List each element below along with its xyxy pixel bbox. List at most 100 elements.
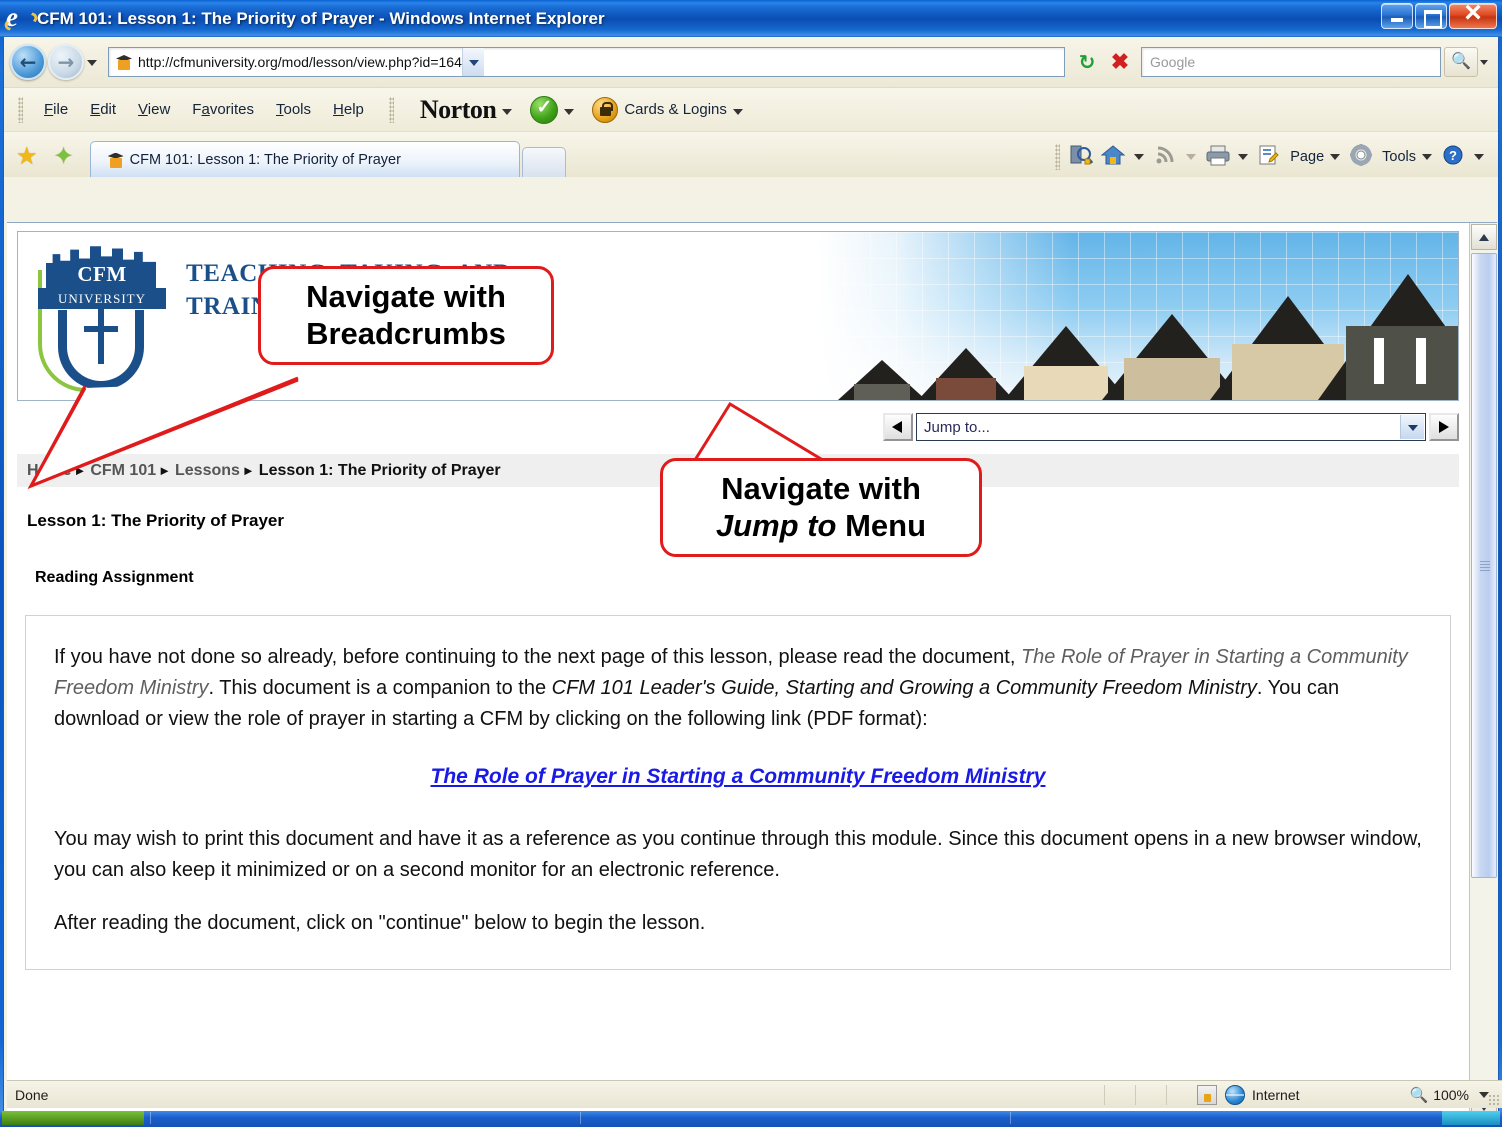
moodle-icon	[107, 151, 125, 169]
refresh-icon: ↻	[1078, 50, 1096, 74]
breadcrumbs-callout-line-2: Breadcrumbs	[306, 315, 506, 351]
menu-tools[interactable]: Tools	[265, 98, 322, 121]
address-url-text: http://cfmuniversity.org/mod/lesson/view…	[138, 54, 462, 70]
resize-grip[interactable]	[1488, 1094, 1500, 1106]
status-divider	[1166, 1084, 1168, 1105]
green-check-icon[interactable]	[530, 95, 559, 124]
tab-bar: ★ ✦ CFM 101: Lesson 1: The Priority of P…	[4, 131, 1498, 177]
lock-icon[interactable]	[592, 96, 619, 123]
menu-view[interactable]: View	[127, 98, 181, 121]
tools-menu-label[interactable]: Tools	[1382, 149, 1416, 165]
tab-title: CFM 101: Lesson 1: The Priority of Praye…	[129, 151, 401, 168]
breadcrumbs-callout-tail	[27, 376, 299, 489]
page-menu-label[interactable]: Page	[1290, 149, 1324, 165]
globe-icon	[1225, 1084, 1246, 1105]
browser-chrome: http://cfmuniversity.org/mod/lesson/view…	[3, 37, 1502, 1124]
window-title: CFM 101: Lesson 1: The Priority of Praye…	[37, 8, 605, 28]
back-button[interactable]	[10, 44, 46, 80]
scroll-thumb[interactable]	[1471, 253, 1497, 878]
star-icon[interactable]: ★	[16, 145, 38, 169]
pdf-document-link[interactable]: The Role of Prayer in Starting a Communi…	[54, 761, 1422, 794]
logo-cfm-text: CFM	[77, 262, 127, 286]
print-icon[interactable]	[1204, 143, 1234, 171]
menu-edit[interactable]: Edit	[79, 98, 127, 121]
address-input[interactable]: http://cfmuniversity.org/mod/lesson/view…	[108, 47, 1065, 77]
lesson-content-box: If you have not done so already, before …	[25, 615, 1451, 970]
toolbar-grip[interactable]	[18, 96, 23, 123]
breadcrumbs-callout-line-1: Navigate with	[306, 279, 506, 314]
paragraph-1-part-b: . This document is a companion to the	[208, 677, 552, 699]
maximize-restore-button[interactable]	[1415, 3, 1447, 29]
jump-to-callout-emphasis: Jump to	[715, 507, 837, 543]
search-go-button[interactable]	[1444, 47, 1478, 77]
window-controls	[1381, 0, 1497, 30]
chevron-down-icon[interactable]	[1474, 154, 1484, 160]
chevron-down-icon[interactable]	[564, 108, 575, 115]
close-button[interactable]	[1449, 0, 1497, 30]
feeds-icon[interactable]	[1152, 143, 1182, 171]
norton-label[interactable]: Norton	[420, 95, 497, 125]
stop-button[interactable]: ✖	[1105, 47, 1135, 77]
recent-pages-dropdown-icon[interactable]	[84, 44, 100, 80]
safety-suggested-sites-icon[interactable]	[1068, 143, 1098, 171]
menu-help[interactable]: Help	[322, 98, 375, 121]
forward-button[interactable]	[48, 44, 84, 80]
title-bar: CFM 101: Lesson 1: The Priority of Praye…	[0, 0, 1502, 37]
svg-text:?: ?	[1449, 148, 1457, 163]
chevron-down-icon[interactable]	[1134, 154, 1145, 160]
taskbar	[0, 1111, 1502, 1127]
address-dropdown-icon[interactable]	[461, 48, 484, 76]
jump-to-callout: Navigate with Jump to Menu	[660, 401, 982, 558]
document-title-leaders-guide: CFM 101 Leader's Guide, Starting and Gro…	[551, 677, 1257, 699]
paragraph-1-part-a: If you have not done so already, before …	[54, 646, 1021, 668]
chevron-down-icon[interactable]	[1400, 415, 1424, 439]
address-bar-row: http://cfmuniversity.org/mod/lesson/view…	[4, 37, 1498, 87]
menu-bar: File Edit View Favorites Tools Help Nort…	[4, 87, 1498, 131]
star-plus-icon[interactable]: ✦	[54, 145, 74, 169]
home-icon[interactable]	[1100, 143, 1130, 171]
chevron-down-icon[interactable]	[1330, 154, 1341, 160]
chevron-down-icon[interactable]	[502, 108, 513, 115]
search-provider-dropdown-icon[interactable]	[1478, 47, 1492, 77]
menu-file[interactable]: File	[33, 98, 79, 121]
chevron-down-icon[interactable]	[1238, 154, 1249, 160]
jump-to-callout-bubble: Navigate with Jump to Menu	[660, 458, 982, 558]
chevron-down-icon[interactable]	[1422, 154, 1432, 160]
chevron-down-icon-disabled	[1186, 154, 1197, 160]
scroll-up-button[interactable]	[1471, 224, 1497, 250]
norton-toolbar: Norton Cards & Logins	[420, 95, 743, 125]
jump-to-callout-line-1: Navigate with	[721, 471, 921, 506]
new-tab-button[interactable]	[521, 147, 566, 177]
help-icon[interactable]: ?	[1440, 143, 1470, 171]
jump-to-callout-line-2: Jump to Menu	[681, 508, 961, 545]
security-zone-icon[interactable]	[1197, 1084, 1218, 1105]
breadcrumbs-callout-bubble: Navigate with Breadcrumbs	[258, 266, 554, 366]
zoom-level: 100%	[1433, 1086, 1469, 1103]
menu-favorites[interactable]: Favorites	[181, 98, 265, 121]
lesson-paragraph-3: After reading the document, click on "co…	[54, 911, 706, 934]
zoom-control[interactable]: 🔍 100%	[1409, 1086, 1489, 1104]
vertical-scrollbar[interactable]	[1469, 223, 1497, 1120]
status-bar: Done Internet 🔍 100%	[7, 1080, 1502, 1108]
page-viewport: CFM UNIVERSITY TEACHING, TAKING, AND TRA…	[7, 222, 1497, 1120]
moodle-icon	[115, 53, 133, 71]
tools-gear-icon[interactable]	[1348, 143, 1378, 171]
norton-toolbar-grip[interactable]	[388, 96, 394, 123]
browser-tab[interactable]: CFM 101: Lesson 1: The Priority of Praye…	[89, 141, 520, 177]
page-icon[interactable]	[1256, 143, 1286, 171]
logo-cross-vertical	[98, 306, 104, 364]
minimize-button[interactable]	[1381, 3, 1413, 29]
search-input[interactable]: Google	[1141, 47, 1441, 77]
jump-to-callout-line-2-rest: Menu	[836, 507, 927, 543]
internet-explorer-icon	[6, 2, 32, 33]
command-bar-grip[interactable]	[1055, 144, 1061, 170]
lesson-paragraph-1: If you have not done so already, before …	[54, 642, 1422, 735]
chevron-down-icon[interactable]	[732, 108, 743, 115]
zoom-icon: 🔍	[1409, 1086, 1429, 1104]
command-bar: Page Tools ?	[1055, 143, 1490, 171]
status-text: Done	[15, 1086, 49, 1103]
refresh-button[interactable]: ↻	[1072, 47, 1102, 77]
next-page-button[interactable]	[1429, 413, 1459, 441]
search-placeholder: Google	[1150, 54, 1196, 70]
cards-logins-label[interactable]: Cards & Logins	[624, 101, 727, 118]
